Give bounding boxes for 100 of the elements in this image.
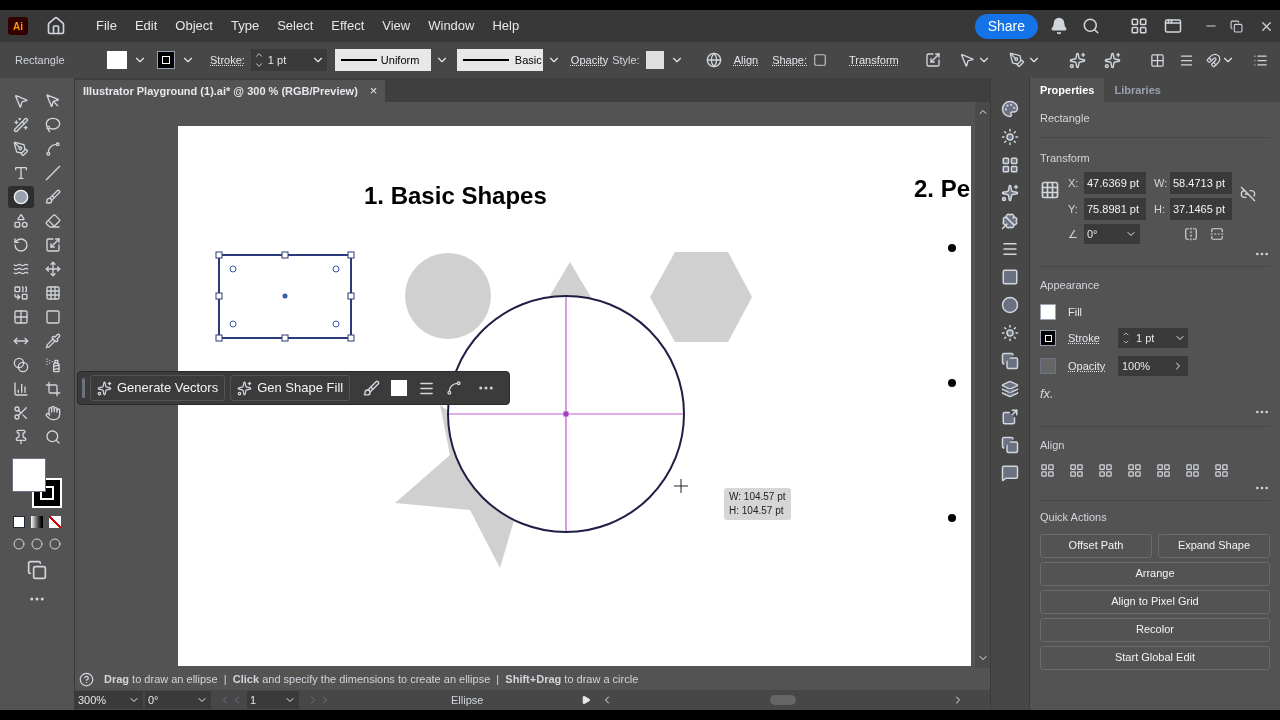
ellipse-shape[interactable] [447, 295, 685, 533]
gradient-mode-icon[interactable] [31, 516, 43, 528]
magnet-icon[interactable] [1206, 52, 1221, 68]
task-bar-button[interactable]: Gen Shape Fill [230, 375, 351, 401]
sparkles-icon[interactable] [1068, 51, 1086, 69]
window-icon[interactable] [1164, 17, 1182, 35]
field-label: X: [1068, 175, 1080, 191]
profile-dropdown[interactable]: Uniform [334, 49, 431, 71]
quick-action-button[interactable]: Offset Path [1040, 533, 1152, 558]
opacity-label[interactable]: Opacity [1068, 357, 1106, 375]
opacity-label[interactable]: Opacity [570, 51, 609, 69]
current-tool[interactable]: Ellipse [451, 691, 581, 709]
scroll-thumb[interactable] [769, 695, 796, 705]
flip-horizontal-icon[interactable] [1184, 227, 1198, 241]
scale-icon[interactable] [924, 52, 941, 68]
close-tab-button[interactable]: × [369, 81, 378, 101]
draw-normal-icon[interactable] [13, 538, 25, 550]
panel-tab[interactable]: Properties [1030, 78, 1105, 102]
document-tab[interactable]: Illustrator Playground (1).ai* @ 300 % (RGB/Preview) [83, 82, 358, 100]
layers-icon[interactable] [1001, 380, 1019, 398]
help-icon[interactable] [79, 671, 94, 687]
align-link[interactable]: Align [733, 51, 759, 69]
stroke-weight-field[interactable]: 1 pt [1118, 328, 1188, 348]
workspace-icon[interactable] [1130, 17, 1148, 35]
stroke-swatch[interactable] [157, 51, 175, 69]
reference-point-icon[interactable] [1040, 180, 1060, 200]
transform-field[interactable]: 75.8981 pt [1084, 198, 1146, 220]
unlink-icon[interactable] [1240, 186, 1256, 202]
palette-icon[interactable] [1001, 100, 1019, 118]
export-icon[interactable] [1001, 408, 1019, 426]
quick-action-button[interactable]: Start Global Edit [1040, 645, 1270, 670]
fill-swatch[interactable] [107, 51, 127, 69]
angle-field[interactable]: 0° [1084, 224, 1140, 244]
draw-behind-icon[interactable] [31, 538, 43, 550]
menu-item[interactable]: Edit [126, 16, 166, 36]
menu-item[interactable]: Select [269, 16, 322, 36]
arrow-icon[interactable] [958, 52, 975, 68]
pen-icon[interactable] [1008, 52, 1025, 68]
height-reading: H: 104.57 pt [729, 504, 785, 518]
style-swatch[interactable] [645, 51, 664, 69]
section-title: Align [1040, 437, 1066, 453]
stroke-weight-field[interactable]: 1 pt [250, 49, 327, 71]
hint-text: Drag to draw an ellipse | Click and specify the dimensions to create an ellipse | Shift+Drag to draw a circle [104, 671, 639, 687]
opacity-swatch[interactable] [1040, 358, 1056, 374]
menu-item[interactable]: View [374, 16, 419, 36]
sparkles-icon[interactable] [1103, 51, 1121, 69]
stroke-icon[interactable] [1001, 240, 1019, 258]
brush-dropdown[interactable]: Basic [456, 49, 543, 71]
rotation-field[interactable]: 0° [145, 691, 211, 709]
transform-field[interactable]: 37.1465 pt [1170, 198, 1232, 220]
flip-vertical-icon[interactable] [1210, 227, 1224, 241]
selection-type: Rectangle [15, 52, 66, 68]
quick-action-button[interactable]: Recolor [1040, 617, 1270, 642]
transform-link[interactable]: Transform [849, 51, 899, 69]
menu-item[interactable]: Object [167, 16, 221, 36]
search-icon[interactable] [1082, 17, 1100, 35]
quick-action-button[interactable]: Arrange [1040, 561, 1270, 586]
menu-item[interactable]: Help [484, 16, 528, 36]
quick-action-button[interactable]: Align to Pixel Grid [1040, 589, 1270, 614]
grid-icon[interactable] [1001, 156, 1019, 174]
field-label: H: [1154, 201, 1166, 217]
color-mode-icon[interactable] [13, 516, 25, 528]
effects-button[interactable]: fx. [1040, 384, 1270, 404]
task-bar-button[interactable]: Generate Vectors [90, 375, 226, 401]
fill-swatch[interactable] [391, 380, 408, 396]
corner-icon[interactable] [446, 380, 463, 396]
opacity-field[interactable]: 100% [1118, 356, 1188, 376]
artboard-field[interactable]: 1 [247, 691, 299, 709]
panel-tab[interactable]: Libraries [1104, 78, 1171, 102]
transform-field[interactable]: 47.6369 pt [1084, 172, 1146, 194]
menu-item[interactable]: Window [420, 16, 483, 36]
crosshair-cursor-icon [673, 478, 689, 494]
bullet-dot [948, 244, 956, 252]
sparkles-icon [237, 380, 253, 396]
quick-action-button[interactable]: Expand Shape [1158, 533, 1270, 558]
menu-item[interactable]: Effect [323, 16, 373, 36]
section-title: Transform [1040, 150, 1091, 166]
menu-item[interactable]: File [88, 16, 125, 36]
shape-link[interactable]: Shape: [772, 51, 807, 69]
grid-icon[interactable] [1150, 52, 1165, 68]
fill-swatch[interactable] [1040, 303, 1056, 320]
play-icon[interactable] [581, 695, 591, 705]
vertical-scrollbar[interactable] [975, 102, 990, 668]
fill-stroke-swatches[interactable] [12, 458, 62, 508]
share-button[interactable]: Share [974, 13, 1038, 39]
stroke-label[interactable]: Stroke [1068, 329, 1106, 347]
menu-item[interactable]: Type [222, 16, 268, 36]
zoom-field[interactable]: 300% [75, 691, 143, 709]
list-icon[interactable] [1253, 52, 1268, 68]
none-mode-icon[interactable] [49, 516, 61, 528]
comment-icon[interactable] [1001, 464, 1019, 482]
restore-icon[interactable] [1230, 19, 1243, 33]
transform-field[interactable]: 58.4713 pt [1170, 172, 1232, 194]
shape-icon[interactable] [813, 53, 827, 67]
brush-icon[interactable] [363, 379, 381, 397]
draw-inside-icon[interactable] [49, 538, 61, 550]
home-icon[interactable] [46, 16, 66, 36]
selected-rectangle[interactable] [215, 251, 355, 342]
stroke-swatch[interactable] [1040, 330, 1056, 346]
bell-icon[interactable] [1050, 17, 1068, 35]
